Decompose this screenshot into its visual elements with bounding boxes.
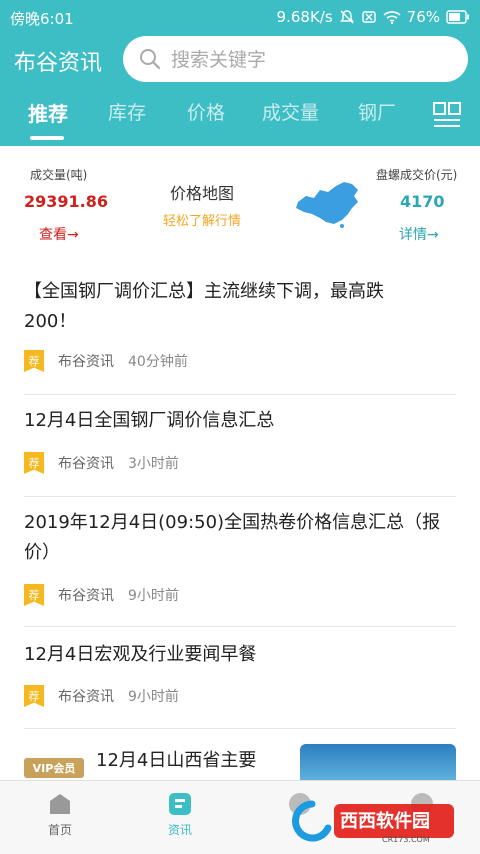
news-source: 布谷资讯 [58, 689, 114, 705]
nav-news-label: 资讯 [167, 823, 192, 837]
tab-manage-icon[interactable] [432, 102, 462, 128]
battery-icon [446, 10, 469, 24]
news-item[interactable]: 2019年12月4日(09:50)全国热卷价格信息汇总（报价） 荐 布谷资讯 9… [24, 496, 456, 627]
search-box[interactable] [123, 36, 468, 82]
mute-icon [339, 10, 354, 24]
volume-value: 29391.86 [24, 192, 109, 211]
tab-volume[interactable]: 成交量 [262, 98, 319, 125]
status-bar: 傍晚6:01 9.68K/s 76% [0, 0, 480, 34]
tab-steel-mill[interactable]: 钢厂 [358, 98, 396, 125]
news-time: 40分钟前 [128, 354, 188, 370]
active-tab-indicator [30, 136, 64, 140]
svg-text:CR173.COM: CR173.COM [382, 835, 430, 844]
news-source: 布谷资讯 [58, 456, 114, 472]
coil-price-value: 4170 [400, 192, 445, 211]
vip-news-item[interactable]: VIP会员 12月4日山西省主要 [24, 744, 456, 780]
recommend-badge: 荐 [24, 452, 44, 474]
news-meta: 荐 布谷资讯 3小时前 [24, 452, 179, 474]
news-icon [169, 793, 191, 815]
price-map-title[interactable]: 价格地图 [170, 180, 234, 204]
recommend-badge: 荐 [24, 584, 44, 606]
news-title[interactable]: 12月4日全国钢厂调价信息汇总 [24, 406, 274, 436]
news-item[interactable]: 12月4日宏观及行业要闻早餐 荐 布谷资讯 9小时前 [24, 626, 456, 729]
market-summary: 成交量(吨) 29391.86 查看→ 价格地图 轻松了解行情 盘螺成交价(元)… [0, 146, 480, 260]
news-title[interactable]: 【全国钢厂调价汇总】主流继续下调，最高跌200！ [24, 277, 424, 337]
nav-home-label: 首页 [47, 823, 72, 837]
news-time: 3小时前 [128, 456, 179, 472]
news-meta: 荐 布谷资讯 9小时前 [24, 685, 179, 707]
battery-percent: 76% [406, 8, 440, 26]
tab-recommend[interactable]: 推荐 [28, 98, 68, 127]
price-map-subtitle[interactable]: 轻松了解行情 [163, 210, 241, 229]
app-title: 布谷资讯 [14, 51, 103, 76]
news-feed: 【全国钢厂调价汇总】主流继续下调，最高跌200！ 荐 布谷资讯 40分钟前 12… [0, 260, 480, 780]
vip-badge: VIP会员 [24, 758, 84, 778]
status-icons: 9.68K/s 76% [277, 8, 470, 26]
wifi-icon [383, 11, 401, 25]
tab-price[interactable]: 价格 [187, 98, 225, 125]
svg-text:西西软件园: 西西软件园 [340, 810, 430, 832]
search-input[interactable] [169, 44, 453, 76]
news-source: 布谷资讯 [58, 354, 114, 370]
recommend-badge: 荐 [24, 350, 44, 372]
watermark-logo: 西西软件园 CR173.COM [292, 800, 454, 844]
sim-off-icon [361, 11, 376, 23]
news-title[interactable]: 2019年12月4日(09:50)全国热卷价格信息汇总（报价） [24, 508, 449, 568]
search-icon [140, 49, 161, 70]
tab-inventory[interactable]: 库存 [108, 98, 146, 125]
recommend-badge: 荐 [24, 685, 44, 707]
app-header: 傍晚6:01 9.68K/s 76% 布谷资讯 搜索关键字 推荐 库存 价格 成… [0, 0, 480, 146]
network-speed: 9.68K/s [276, 8, 333, 26]
china-map-icon[interactable] [292, 178, 364, 230]
news-time: 9小时前 [128, 588, 179, 604]
coil-details-link[interactable]: 详情→ [399, 224, 439, 244]
news-meta: 荐 布谷资讯 9小时前 [24, 584, 179, 606]
news-meta: 荐 布谷资讯 40分钟前 [24, 350, 188, 372]
volume-label: 成交量(吨) [30, 168, 88, 182]
coil-price-label: 盘螺成交价(元) [376, 168, 458, 182]
nav-home[interactable]: 首页 [20, 791, 100, 838]
news-source: 布谷资讯 [58, 588, 114, 604]
nav-news[interactable]: 资讯 [140, 791, 220, 838]
home-icon [50, 794, 70, 814]
news-title[interactable]: 12月4日山西省主要 [96, 746, 256, 776]
news-item[interactable]: 【全国钢厂调价汇总】主流继续下调，最高跌200！ 荐 布谷资讯 40分钟前 [24, 260, 456, 395]
news-item[interactable]: 12月4日全国钢厂调价信息汇总 荐 布谷资讯 3小时前 [24, 394, 456, 497]
news-thumbnail [300, 744, 456, 780]
news-title[interactable]: 12月4日宏观及行业要闻早餐 [24, 640, 256, 670]
category-tabs: 推荐 库存 价格 成交量 钢厂 [0, 92, 420, 146]
volume-view-link[interactable]: 查看→ [39, 224, 79, 244]
news-time: 9小时前 [128, 689, 179, 705]
status-time: 傍晚6:01 [10, 10, 74, 28]
